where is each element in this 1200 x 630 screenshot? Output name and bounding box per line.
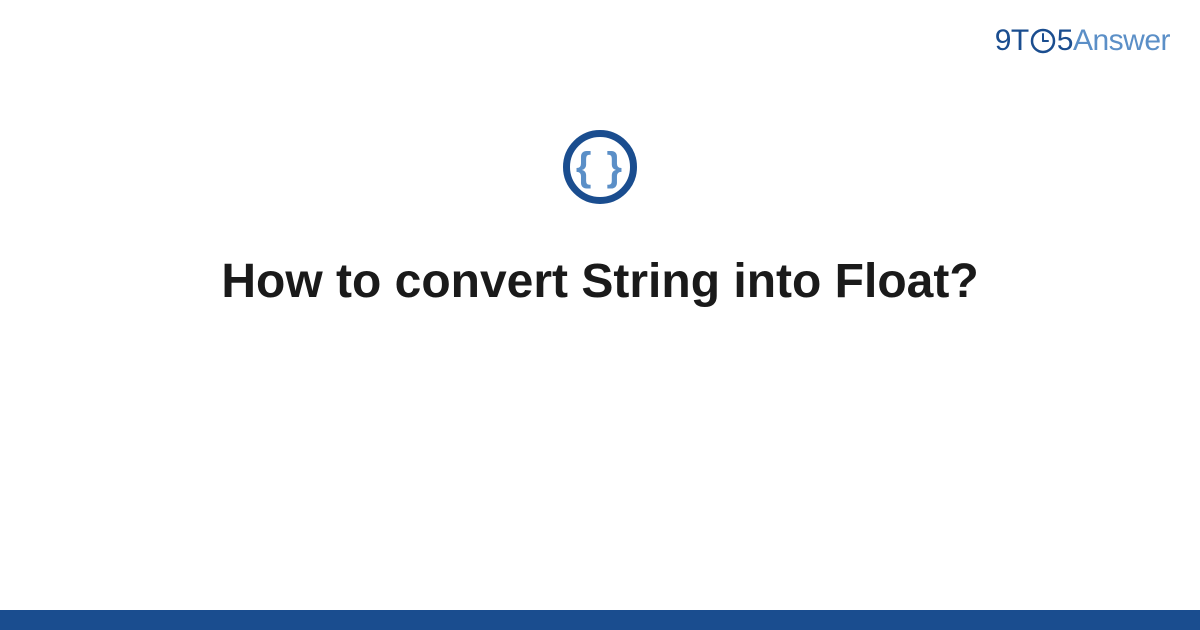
main-content: { } How to convert String into Float? xyxy=(0,130,1200,309)
page-title: How to convert String into Float? xyxy=(181,254,1018,309)
clock-icon xyxy=(1030,28,1056,54)
footer-bar xyxy=(0,610,1200,630)
site-logo: 9T 5 Answer xyxy=(995,24,1170,58)
code-braces-icon: { } xyxy=(576,147,624,187)
logo-text-answer: Answer xyxy=(1073,24,1170,58)
logo-text-9t: 9T xyxy=(995,24,1029,58)
category-icon-circle: { } xyxy=(563,130,637,204)
logo-text-5: 5 xyxy=(1057,24,1073,58)
